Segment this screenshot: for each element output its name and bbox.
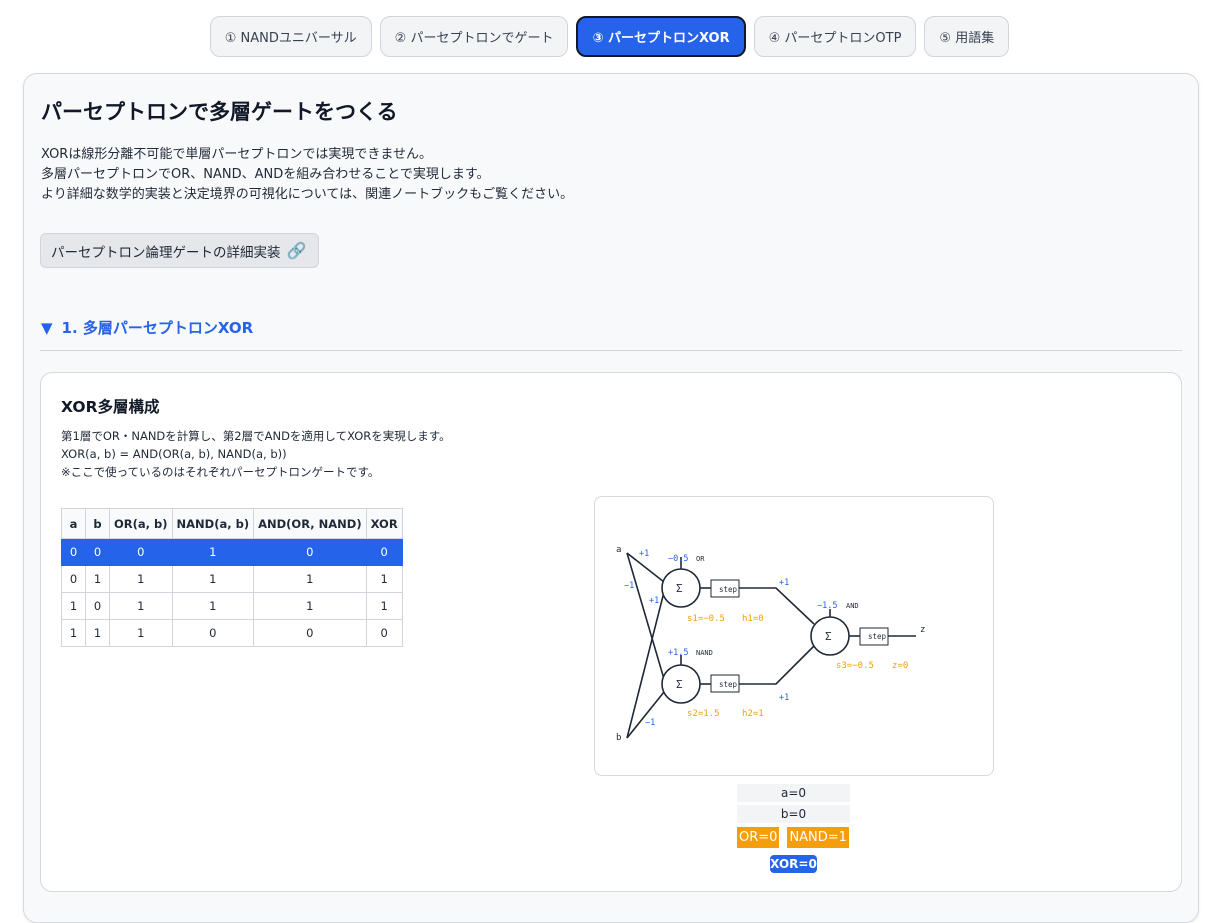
tab-perceptron-gate[interactable]: ② パーセプトロンでゲート (379, 16, 569, 57)
table-cell: 0 (365, 538, 403, 566)
table-row[interactable]: 0 0 0 1 0 0 (61, 538, 403, 566)
table-cell: 0 (365, 619, 403, 647)
state-a: a=0 (737, 784, 850, 802)
col-nand-header: NAND(a, b) (171, 508, 255, 539)
weight-a-nand: −1 (624, 581, 634, 591)
weight-a-or: +1 (639, 549, 649, 559)
table-cell: 1 (109, 619, 173, 647)
section-toggle[interactable]: ▼ 1. 多層パーセプトロンXOR (41, 317, 253, 338)
state-xor-badge: XOR=0 (770, 855, 817, 873)
step-label-and: step (868, 632, 887, 641)
weight-h2-and: +1 (779, 693, 789, 703)
network-diagram: a b z Σ Σ Σ step step step OR NAND AND +… (594, 496, 994, 776)
state-nand-badge: NAND=1 (787, 827, 849, 848)
table-cell: 1 (171, 538, 255, 566)
table-cell: 0 (85, 592, 110, 620)
table-cell: 0 (109, 538, 173, 566)
table-header-row: a b OR(a, b) NAND(a, b) AND(OR, NAND) XO… (61, 508, 403, 539)
section-title: 1. 多層パーセプトロンXOR (61, 319, 254, 337)
tab-glossary[interactable]: ⑤ 用語集 (924, 16, 1010, 57)
tab-bar: ① NANDユニバーサル ② パーセプトロンでゲート ③ パーセプトロンXOR … (0, 16, 1219, 57)
tab-nand-universal[interactable]: ① NANDユニバーサル (209, 16, 372, 57)
card-description: 第1層でOR・NANDを計算し、第2層でANDを適用してXORを実現します。 X… (61, 427, 451, 481)
sigma-nand: Σ (676, 678, 683, 691)
state-or-badge: OR=0 (737, 827, 780, 848)
desc-line: 第1層でOR・NANDを計算し、第2層でANDを適用してXORを実現します。 (61, 429, 451, 443)
truth-table: a b OR(a, b) NAND(a, b) AND(OR, NAND) XO… (61, 508, 403, 647)
table-cell: 0 (253, 538, 367, 566)
input-a-label: a (616, 545, 621, 555)
or-name-label: OR (696, 555, 705, 563)
desc-line: ※ここで使っているのはそれぞれパーセプトロンゲートです。 (61, 465, 380, 479)
table-row[interactable]: 1 0 1 1 1 1 (61, 592, 403, 620)
state-b: b=0 (737, 805, 850, 823)
input-b-label: b (616, 733, 621, 743)
card-title: XOR多層構成 (61, 398, 160, 416)
state-hidden-row: OR=0 NAND=1 (737, 827, 851, 848)
value-s3: s3=−0.5 (836, 661, 874, 671)
table-cell: 0 (253, 619, 367, 647)
value-h1: h1=0 (742, 614, 764, 624)
value-s1: s1=−0.5 (687, 614, 725, 624)
col-and-header: AND(OR, NAND) (253, 508, 367, 539)
value-h2: h2=1 (742, 709, 764, 719)
output-z-label: z (920, 625, 925, 635)
page-title: パーセプトロンで多層ゲートをつくる (41, 100, 398, 124)
value-z: z=0 (892, 661, 908, 671)
bias-or: −0.5 (668, 554, 688, 564)
table-cell: 0 (61, 538, 86, 566)
network-svg: a b z Σ Σ Σ step step step OR NAND AND +… (616, 545, 925, 743)
col-a-header: a (61, 508, 86, 539)
step-label-nand: step (719, 680, 738, 689)
table-cell: 1 (61, 619, 86, 647)
col-or-header: OR(a, b) (109, 508, 173, 539)
table-cell: 1 (365, 565, 403, 593)
table-cell: 0 (171, 619, 255, 647)
notebook-link-button[interactable]: パーセプトロン論理ゲートの詳細実装 🔗 (40, 233, 319, 268)
intro-line: 多層パーセプトロンでOR、NAND、ANDを組み合わせることで実現します。 (41, 167, 490, 182)
intro-text: XORは線形分離不可能で単層パーセプトロンでは実現できません。 多層パーセプトロ… (41, 145, 573, 205)
table-cell: 1 (171, 565, 255, 593)
table-row[interactable]: 0 1 1 1 1 1 (61, 565, 403, 593)
step-label-or: step (719, 585, 738, 594)
tab-perceptron-xor[interactable]: ③ パーセプトロンXOR (576, 16, 746, 57)
triangle-down-icon: ▼ (41, 318, 53, 337)
and-name-label: AND (846, 602, 859, 610)
table-cell: 1 (109, 565, 173, 593)
link-icon: 🔗 (286, 241, 307, 260)
main-panel: パーセプトロンで多層ゲートをつくる XORは線形分離不可能で単層パーセプトロンで… (23, 73, 1199, 923)
sigma-and: Σ (825, 630, 832, 643)
bias-nand: +1.5 (668, 648, 688, 658)
table-cell: 1 (253, 565, 367, 593)
table-row[interactable]: 1 1 1 0 0 0 (61, 619, 403, 647)
col-xor-header: XOR (365, 508, 403, 539)
intro-line: XORは線形分離不可能で単層パーセプトロンでは実現できません。 (41, 147, 432, 162)
table-cell: 0 (85, 538, 110, 566)
table-cell: 1 (365, 592, 403, 620)
desc-line: XOR(a, b) = AND(OR(a, b), NAND(a, b)) (61, 447, 287, 461)
table-cell: 1 (253, 592, 367, 620)
xor-card: XOR多層構成 第1層でOR・NANDを計算し、第2層でANDを適用してXORを… (40, 372, 1182, 892)
tab-perceptron-otp[interactable]: ④ パーセプトロンOTP (753, 16, 917, 57)
divider (40, 350, 1182, 351)
sigma-or: Σ (676, 582, 683, 595)
bias-and: −1.5 (817, 601, 837, 611)
weight-b-or: +1 (649, 596, 659, 606)
col-b-header: b (85, 508, 110, 539)
table-cell: 1 (61, 592, 86, 620)
table-cell: 1 (109, 592, 173, 620)
table-cell: 0 (61, 565, 86, 593)
nand-name-label: NAND (696, 649, 713, 657)
edge-h2-and (739, 645, 815, 685)
weight-b-nand: −1 (645, 718, 655, 728)
notebook-link-label: パーセプトロン論理ゲートの詳細実装 (51, 244, 281, 261)
value-s2: s2=1.5 (687, 709, 720, 719)
intro-line: より詳細な数学的実装と決定境界の可視化については、関連ノートブックもご覧ください… (41, 187, 574, 202)
table-cell: 1 (171, 592, 255, 620)
table-cell: 1 (85, 619, 110, 647)
table-cell: 1 (85, 565, 110, 593)
weight-h1-and: +1 (779, 578, 789, 588)
